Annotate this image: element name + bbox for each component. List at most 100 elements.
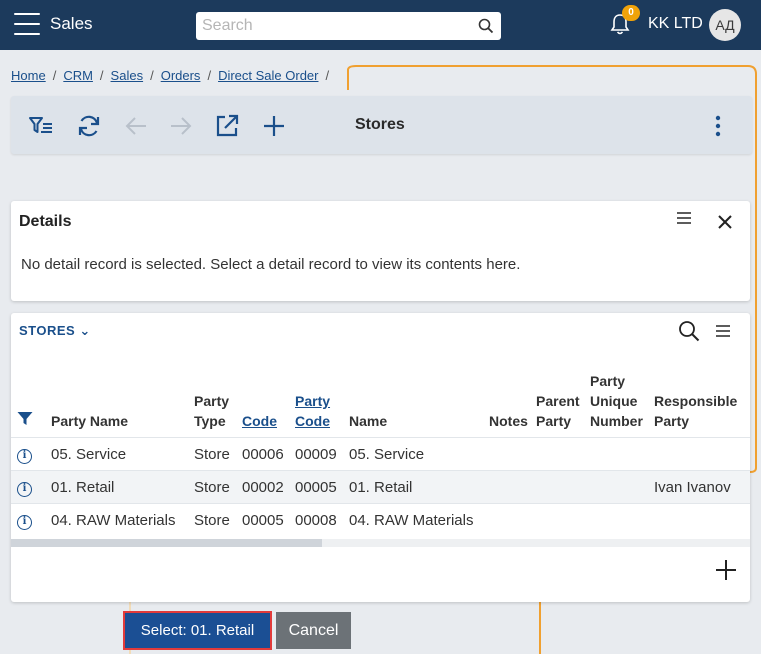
header-notes[interactable]: Notes: [485, 371, 532, 438]
cell-unique-number: [586, 437, 650, 471]
cell-party-code: 00005: [291, 470, 345, 504]
cell-responsible: [650, 503, 750, 537]
breadcrumb-separator: /: [207, 68, 212, 83]
cell-unique-number: [586, 503, 650, 537]
filter-column[interactable]: [11, 371, 47, 438]
row-info-cell: i: [11, 503, 47, 537]
cell-notes: [485, 503, 532, 537]
select-button[interactable]: Select: 01. Retail: [123, 611, 272, 650]
table-row[interactable]: i 04. RAW Materials Store 00005 00008 04…: [11, 503, 750, 537]
search-box[interactable]: [196, 12, 501, 40]
header-unique-number-line1: Party: [590, 373, 626, 389]
header-name[interactable]: Name: [345, 371, 485, 438]
header-party-type-line1: Party: [194, 393, 230, 409]
avatar[interactable]: АД: [709, 9, 741, 41]
company-name[interactable]: KK LTD: [648, 15, 703, 33]
more-vertical-icon[interactable]: [713, 114, 723, 138]
refresh-icon[interactable]: [76, 113, 102, 139]
header-unique-number-line3: Number: [590, 413, 643, 429]
header-parent-party[interactable]: Parent Party: [532, 371, 586, 438]
arrow-left-icon[interactable]: [123, 113, 149, 139]
table-row[interactable]: i 01. Retail Store 00002 00005 01. Retai…: [11, 470, 750, 504]
cell-notes: [485, 470, 532, 504]
cell-party-name: 04. RAW Materials: [47, 503, 190, 537]
cell-name: 01. Retail: [345, 470, 485, 504]
table-row[interactable]: i 05. Service Store 00006 00009 05. Serv…: [11, 437, 750, 471]
toolbar-title: Stores: [355, 116, 405, 133]
breadcrumb-direct-sale-order[interactable]: Direct Sale Order: [218, 68, 318, 83]
cell-notes: [485, 437, 532, 471]
scrollbar-thumb[interactable]: [11, 539, 322, 547]
header-party-code[interactable]: Party Code: [291, 371, 345, 438]
cancel-button[interactable]: Cancel: [276, 612, 351, 649]
breadcrumb-orders[interactable]: Orders: [161, 68, 201, 83]
info-icon[interactable]: i: [17, 481, 32, 497]
info-icon[interactable]: i: [17, 514, 32, 530]
cell-code: 00005: [238, 503, 291, 537]
breadcrumb-separator: /: [325, 68, 330, 83]
close-icon[interactable]: [717, 214, 733, 230]
cell-party-type: Store: [190, 437, 238, 471]
breadcrumb-separator: /: [99, 68, 104, 83]
row-info-cell: i: [11, 437, 47, 471]
header-responsible-line2: Party: [654, 413, 690, 429]
toolbar: Stores: [11, 96, 752, 154]
header-parent-party-line1: Parent: [536, 393, 580, 409]
arrow-right-icon[interactable]: [168, 113, 194, 139]
stores-table: Party Name Party Type Code Party Code Name…: [11, 371, 750, 537]
table-header-row: Party Name Party Type Code Party Code Name…: [11, 371, 750, 438]
app-title: Sales: [50, 14, 93, 33]
stores-panel: STORES ⌄ Party Name Party Type Code Party…: [11, 313, 750, 602]
header-code[interactable]: Code: [238, 371, 291, 438]
cell-responsible: Ivan Ivanov: [650, 470, 750, 504]
header-party-name[interactable]: Party Name: [47, 371, 190, 438]
cell-parent-party: [532, 437, 586, 471]
top-bar: Sales 0 KK LTD АД: [0, 0, 761, 50]
header-unique-number-line2: Unique: [590, 393, 638, 409]
cell-name: 04. RAW Materials: [345, 503, 485, 537]
cell-party-code: 00009: [291, 437, 345, 471]
cell-code: 00006: [238, 437, 291, 471]
row-info-cell: i: [11, 470, 47, 504]
breadcrumb-crm[interactable]: CRM: [63, 68, 93, 83]
header-unique-number[interactable]: Party Unique Number: [586, 371, 650, 438]
cell-code: 00002: [238, 470, 291, 504]
horizontal-scrollbar[interactable]: [11, 539, 750, 547]
details-title: Details: [19, 213, 72, 230]
header-parent-party-line2: Party: [536, 413, 572, 429]
plus-icon[interactable]: [261, 113, 287, 139]
header-code-link[interactable]: Code: [242, 413, 277, 429]
details-panel: Details No detail record is selected. Se…: [11, 201, 750, 301]
header-responsible-party[interactable]: Responsible Party: [650, 371, 750, 438]
cell-party-type: Store: [190, 470, 238, 504]
header-party-type[interactable]: Party Type: [190, 371, 238, 438]
filter-list-icon[interactable]: [28, 113, 54, 139]
plus-icon[interactable]: [715, 559, 737, 581]
search-input[interactable]: [196, 12, 466, 40]
cell-parent-party: [532, 503, 586, 537]
breadcrumb: Home / CRM / Sales / Orders / Direct Sale Order /: [11, 68, 336, 83]
search-icon[interactable]: [478, 18, 494, 34]
header-party-code-line1[interactable]: Party: [295, 393, 330, 409]
filter-icon[interactable]: [17, 411, 33, 426]
breadcrumb-sales[interactable]: Sales: [111, 68, 144, 83]
cell-parent-party: [532, 470, 586, 504]
header-party-code-line2[interactable]: Code: [295, 413, 330, 429]
breadcrumb-home[interactable]: Home: [11, 68, 46, 83]
header-party-type-line2: Type: [194, 413, 226, 429]
cell-unique-number: [586, 470, 650, 504]
breadcrumb-separator: /: [150, 68, 154, 83]
cell-party-name: 01. Retail: [47, 470, 190, 504]
menu-icon[interactable]: [14, 13, 40, 35]
stores-section-toggle[interactable]: STORES ⌄: [19, 323, 91, 339]
open-external-icon[interactable]: [214, 113, 240, 139]
cell-party-type: Store: [190, 503, 238, 537]
menu-icon[interactable]: [676, 211, 692, 225]
search-icon[interactable]: [678, 320, 700, 342]
notification-badge: 0: [622, 5, 640, 21]
info-icon[interactable]: i: [17, 448, 32, 464]
menu-icon[interactable]: [715, 324, 731, 338]
cell-responsible: [650, 437, 750, 471]
breadcrumb-separator: /: [52, 68, 57, 83]
header-responsible-line1: Responsible: [654, 393, 738, 409]
